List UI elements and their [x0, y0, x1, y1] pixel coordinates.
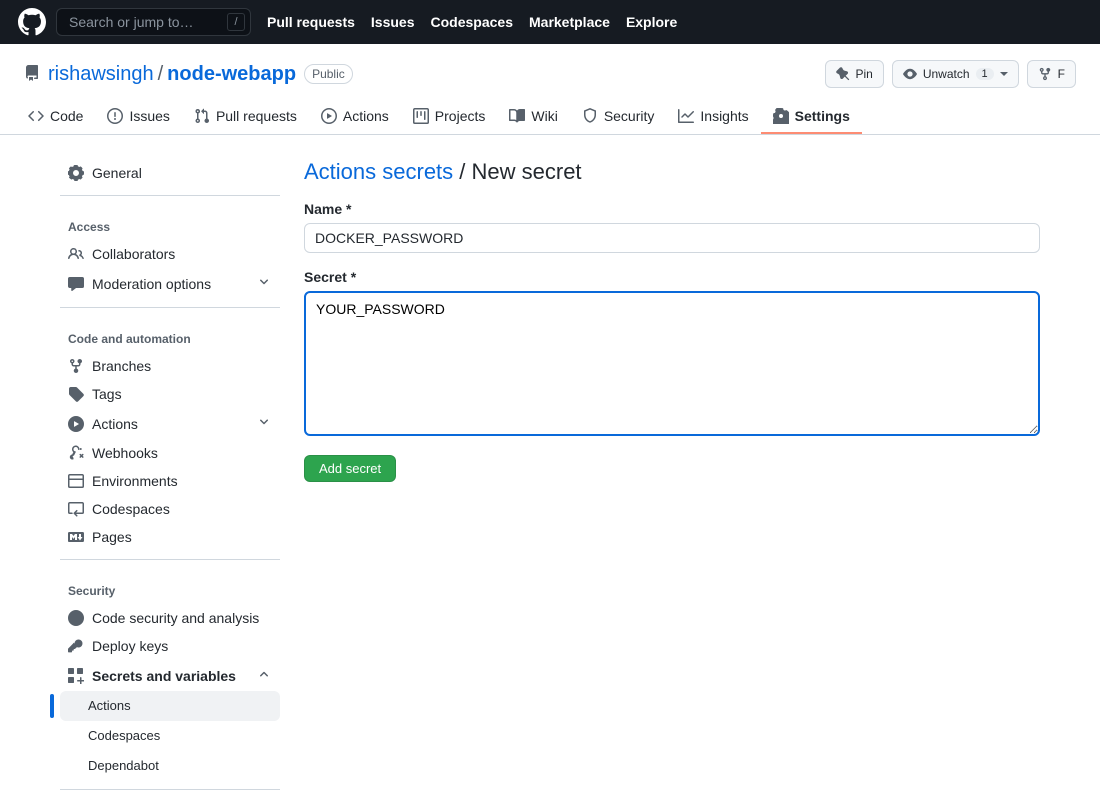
tab-security[interactable]: Security [570, 100, 667, 134]
global-search-input[interactable] [56, 8, 251, 36]
sidebar-item-tags[interactable]: Tags [60, 380, 280, 408]
sidebar-label: Deploy keys [92, 638, 168, 654]
sidebar-item-collaborators[interactable]: Collaborators [60, 240, 280, 268]
nav-explore[interactable]: Explore [626, 14, 677, 30]
sidebar-item-code-security[interactable]: Code security and analysis [60, 604, 280, 632]
sidebar-label: Actions [92, 416, 138, 432]
sidebar-label: Collaborators [92, 246, 175, 262]
tab-label: Pull requests [216, 108, 297, 124]
repo-header: rishawsingh / node-webapp Public Pin Unw… [0, 44, 1100, 88]
sidebar-item-general[interactable]: General [60, 159, 280, 187]
nav-pull-requests[interactable]: Pull requests [267, 14, 355, 30]
tab-label: Code [50, 108, 83, 124]
repo-owner-link[interactable]: rishawsingh [48, 63, 154, 86]
sidebar-item-pages[interactable]: Pages [60, 523, 280, 551]
sidebar-label: Moderation options [92, 276, 211, 292]
sidebar-item-codespaces[interactable]: Codespaces [60, 495, 280, 523]
chevron-down-icon [256, 274, 272, 293]
pin-label: Pin [856, 67, 873, 81]
repo-separator: / [158, 63, 164, 86]
tab-label: Wiki [531, 108, 557, 124]
sidebar-sub-codespaces[interactable]: Codespaces [60, 721, 280, 751]
tab-projects[interactable]: Projects [401, 100, 498, 134]
sidebar-label: Webhooks [92, 445, 158, 461]
sidebar-label: General [92, 165, 142, 181]
nav-issues[interactable]: Issues [371, 14, 415, 30]
tab-wiki[interactable]: Wiki [497, 100, 569, 134]
name-label: Name * [304, 201, 1040, 217]
sidebar-item-secrets[interactable]: Secrets and variables [60, 660, 280, 691]
sidebar-item-branches[interactable]: Branches [60, 352, 280, 380]
sidebar-sub-dependabot[interactable]: Dependabot [60, 751, 280, 781]
tab-label: Security [604, 108, 655, 124]
sidebar-item-deploy-keys[interactable]: Deploy keys [60, 632, 280, 660]
tab-label: Insights [700, 108, 748, 124]
sidebar-group-access: Access [60, 204, 280, 240]
tab-pulls[interactable]: Pull requests [182, 100, 309, 134]
settings-sidebar: General Access Collaborators Moderation … [60, 159, 280, 798]
add-secret-button[interactable]: Add secret [304, 455, 396, 482]
sidebar-item-environments[interactable]: Environments [60, 467, 280, 495]
sidebar-group-security: Security [60, 568, 280, 604]
sidebar-label: Codespaces [92, 501, 170, 517]
sidebar-sub-actions[interactable]: Actions [60, 691, 280, 721]
global-nav: Pull requests Issues Codespaces Marketpl… [267, 14, 677, 30]
chevron-down-icon [1000, 72, 1008, 76]
nav-marketplace[interactable]: Marketplace [529, 14, 610, 30]
tab-label: Settings [795, 108, 850, 124]
sidebar-item-moderation[interactable]: Moderation options [60, 268, 280, 299]
sidebar-label: Environments [92, 473, 178, 489]
repo-name-link[interactable]: node-webapp [167, 63, 296, 86]
breadcrumb-current: New secret [472, 159, 582, 184]
tab-settings[interactable]: Settings [761, 100, 862, 134]
chevron-down-icon [256, 414, 272, 433]
fork-label: F [1058, 67, 1065, 81]
pin-button[interactable]: Pin [825, 60, 884, 88]
breadcrumb-sep: / [453, 159, 471, 184]
tab-insights[interactable]: Insights [666, 100, 760, 134]
page-title: Actions secrets / New secret [304, 159, 1040, 185]
sidebar-label: Tags [92, 386, 122, 402]
secret-label: Secret * [304, 269, 1040, 285]
sidebar-label: Code security and analysis [92, 610, 259, 626]
fork-button[interactable]: F [1027, 60, 1076, 88]
secret-value-textarea[interactable] [304, 291, 1040, 436]
repo-icon [24, 65, 40, 84]
tab-label: Issues [129, 108, 169, 124]
main-content: Actions secrets / New secret Name * Secr… [304, 159, 1040, 798]
nav-codespaces[interactable]: Codespaces [431, 14, 513, 30]
repo-tabs: Code Issues Pull requests Actions Projec… [0, 100, 1100, 135]
unwatch-label: Unwatch [923, 67, 970, 81]
search-wrap: / [56, 8, 251, 36]
sidebar-item-webhooks[interactable]: Webhooks [60, 439, 280, 467]
tab-issues[interactable]: Issues [95, 100, 181, 134]
unwatch-button[interactable]: Unwatch 1 [892, 60, 1019, 88]
sidebar-item-actions[interactable]: Actions [60, 408, 280, 439]
sidebar-label: Pages [92, 529, 132, 545]
watch-count: 1 [976, 68, 994, 80]
github-logo[interactable] [16, 6, 48, 38]
tab-actions[interactable]: Actions [309, 100, 401, 134]
sidebar-group-code: Code and automation [60, 316, 280, 352]
chevron-up-icon [256, 666, 272, 685]
search-hotkey-badge: / [227, 13, 245, 31]
tab-label: Actions [343, 108, 389, 124]
breadcrumb-link[interactable]: Actions secrets [304, 159, 453, 184]
sidebar-label: Secrets and variables [92, 668, 236, 684]
sidebar-label: Branches [92, 358, 151, 374]
tab-label: Projects [435, 108, 486, 124]
global-header: / Pull requests Issues Codespaces Market… [0, 0, 1100, 44]
repo-visibility-badge: Public [304, 64, 353, 84]
tab-code[interactable]: Code [16, 100, 95, 134]
secret-name-input[interactable] [304, 223, 1040, 253]
